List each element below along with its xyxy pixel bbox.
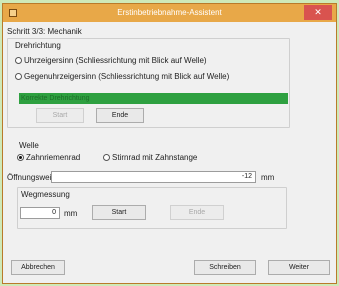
opening-input[interactable]: -12 — [51, 171, 256, 183]
direction-end-button[interactable]: Ende — [96, 108, 144, 123]
radio-gear-label: Zahnriemenrad — [26, 153, 81, 162]
write-button[interactable]: Schreiben — [194, 260, 256, 275]
window-title: Erstinbetriebnahme-Assistent — [117, 8, 222, 17]
radio-counterclockwise-indicator[interactable] — [15, 73, 22, 80]
radio-clockwise[interactable]: Uhrzeigersinn (Schliessrichtung mit Blic… — [15, 56, 207, 65]
radio-clockwise-label: Uhrzeigersinn (Schliessrichtung mit Blic… — [24, 56, 207, 65]
radio-gear[interactable]: Zahnriemenrad — [17, 153, 80, 162]
next-button[interactable]: Weiter — [268, 260, 330, 275]
direction-start-button[interactable]: Start — [36, 108, 84, 123]
title-bar[interactable]: Erstinbetriebnahme-Assistent ✕ — [3, 4, 336, 22]
radio-gear-indicator[interactable] — [17, 154, 24, 161]
radio-clockwise-indicator[interactable] — [15, 57, 22, 64]
shaft-group-label: Welle — [19, 141, 39, 150]
cancel-button[interactable]: Abbrechen — [11, 260, 65, 275]
travel-unit: mm — [64, 209, 78, 218]
travel-group-label: Wegmessung — [21, 190, 70, 199]
wizard-window: Erstinbetriebnahme-Assistent ✕ Schritt 3… — [2, 3, 337, 284]
step-label: Schritt 3/3: Mechanik — [7, 27, 82, 36]
direction-status-bar: Korrekte Drehrichtung — [19, 93, 288, 104]
travel-end-button[interactable]: Ende — [170, 205, 224, 220]
travel-start-button[interactable]: Start — [92, 205, 146, 220]
radio-rack-indicator[interactable] — [103, 154, 110, 161]
app-icon — [9, 9, 17, 17]
radio-counterclockwise[interactable]: Gegenuhrzeigersinn (Schliessrichtung mit… — [15, 72, 229, 81]
radio-rack[interactable]: Stirnrad mit Zahnstange — [103, 153, 197, 162]
close-button[interactable]: ✕ — [304, 5, 332, 20]
travel-input[interactable]: 0 — [20, 207, 60, 219]
direction-group-label: Drehrichtung — [15, 41, 61, 50]
radio-counterclockwise-label: Gegenuhrzeigersinn (Schliessrichtung mit… — [24, 72, 230, 81]
radio-rack-label: Stirnrad mit Zahnstange — [112, 153, 198, 162]
opening-unit: mm — [261, 173, 275, 182]
